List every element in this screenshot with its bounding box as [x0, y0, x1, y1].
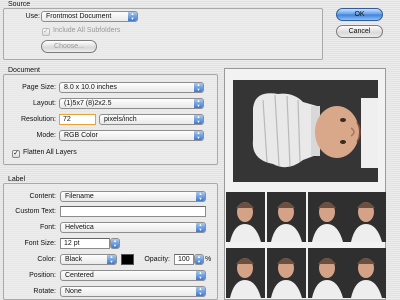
mode-label: Mode: — [36, 132, 56, 139]
choose-button[interactable]: Choose... — [41, 40, 97, 53]
popup-arrows-icon: ▲ ▼ — [107, 255, 116, 264]
popup-arrows-icon: ▲ ▼ — [196, 192, 205, 201]
layout-popup[interactable]: (1)5x7 (8)2x2.5 ▲ ▼ — [59, 98, 204, 109]
cancel-button[interactable]: Cancel — [336, 25, 383, 38]
mode-popup[interactable]: RGB Color ▲ ▼ — [59, 130, 204, 141]
preview-thumbnail — [267, 192, 306, 242]
use-popup[interactable]: Frontmost Document ▲ ▼ — [41, 11, 138, 22]
rotate-value: None — [65, 288, 82, 295]
color-value: Black — [65, 256, 83, 263]
source-section-title: Source — [8, 1, 31, 8]
opacity-unit: % — [205, 256, 212, 263]
resolution-unit-value: pixels/inch — [104, 116, 137, 123]
position-popup[interactable]: Centered ▲ ▼ — [60, 270, 206, 281]
popup-arrows-icon: ▲ ▼ — [196, 223, 205, 232]
ok-button[interactable]: OK — [336, 8, 383, 21]
preview-thumbnail — [226, 192, 265, 242]
mode-value: RGB Color — [64, 132, 98, 139]
document-section-title: Document — [8, 67, 40, 74]
flatten-layers-label: Flatten All Layers — [23, 149, 77, 156]
popup-arrows-icon: ▲ ▼ — [128, 12, 137, 21]
popup-arrows-icon: ▲ ▼ — [196, 287, 205, 296]
font-popup[interactable]: Helvetica ▲ ▼ — [60, 222, 206, 233]
rotate-popup[interactable]: None ▲ ▼ — [60, 286, 206, 297]
preview-photo-large — [233, 80, 378, 182]
preview-thumbnail — [308, 248, 347, 298]
resolution-input[interactable]: 72 — [59, 114, 96, 125]
include-subfolders-checkbox[interactable]: ✓ — [42, 28, 50, 36]
position-label: Position: — [29, 272, 56, 279]
flatten-layers-checkbox[interactable]: ✓ — [12, 150, 20, 158]
use-popup-value: Frontmost Document — [46, 13, 112, 20]
popup-arrows-icon: ▲ ▼ — [195, 255, 203, 264]
preview-thumbnail — [347, 248, 386, 298]
resolution-label: Resolution: — [20, 116, 56, 123]
preview-thumbnail — [226, 248, 265, 298]
font-size-input[interactable]: 12 pt — [60, 238, 110, 249]
preview-thumbnail — [267, 248, 306, 298]
popup-arrows-icon: ▲ ▼ — [194, 99, 203, 108]
page-size-popup[interactable]: 8.0 x 10.0 inches ▲ ▼ — [59, 82, 204, 93]
font-size-popup[interactable]: ▲ ▼ — [110, 238, 120, 249]
custom-text-label: Custom Text: — [15, 208, 56, 215]
preview-thumbnail — [308, 192, 347, 242]
opacity-label: Opacity: — [144, 256, 170, 263]
page-size-value: 8.0 x 10.0 inches — [64, 84, 117, 91]
rotate-label: Rotate: — [33, 288, 56, 295]
popup-arrows-icon: ▲ ▼ — [194, 83, 203, 92]
opacity-input[interactable]: 100 — [174, 254, 194, 265]
resolution-unit-popup[interactable]: pixels/inch ▲ ▼ — [99, 114, 204, 125]
color-swatch[interactable] — [121, 254, 134, 265]
chef-portrait-large — [233, 80, 378, 182]
use-label: Use: — [25, 13, 40, 20]
font-value: Helvetica — [65, 224, 94, 231]
label-section-title: Label — [8, 176, 26, 183]
opacity-popup[interactable]: ▲ ▼ — [194, 254, 204, 265]
position-value: Centered — [65, 272, 94, 279]
content-label: Content: — [29, 193, 56, 200]
layout-label: Layout: — [33, 100, 56, 107]
content-value: Filename — [65, 193, 94, 200]
font-label: Font: — [40, 224, 56, 231]
preview-thumbnail — [347, 192, 386, 242]
custom-text-input[interactable] — [60, 206, 206, 217]
content-popup[interactable]: Filename ▲ ▼ — [60, 191, 206, 202]
include-subfolders-label: Include All Subfolders — [53, 27, 121, 34]
page-size-label: Page Size: — [22, 84, 56, 91]
popup-arrows-icon: ▲ ▼ — [194, 115, 203, 124]
layout-value: (1)5x7 (8)2x2.5 — [64, 100, 112, 107]
popup-arrows-icon: ▲ ▼ — [194, 131, 203, 140]
popup-arrows-icon: ▲ ▼ — [111, 239, 119, 248]
font-size-label: Font Size: — [24, 240, 56, 247]
color-popup[interactable]: Black ▲ ▼ — [60, 254, 117, 265]
color-label: Color: — [37, 256, 56, 263]
popup-arrows-icon: ▲ ▼ — [196, 271, 205, 280]
